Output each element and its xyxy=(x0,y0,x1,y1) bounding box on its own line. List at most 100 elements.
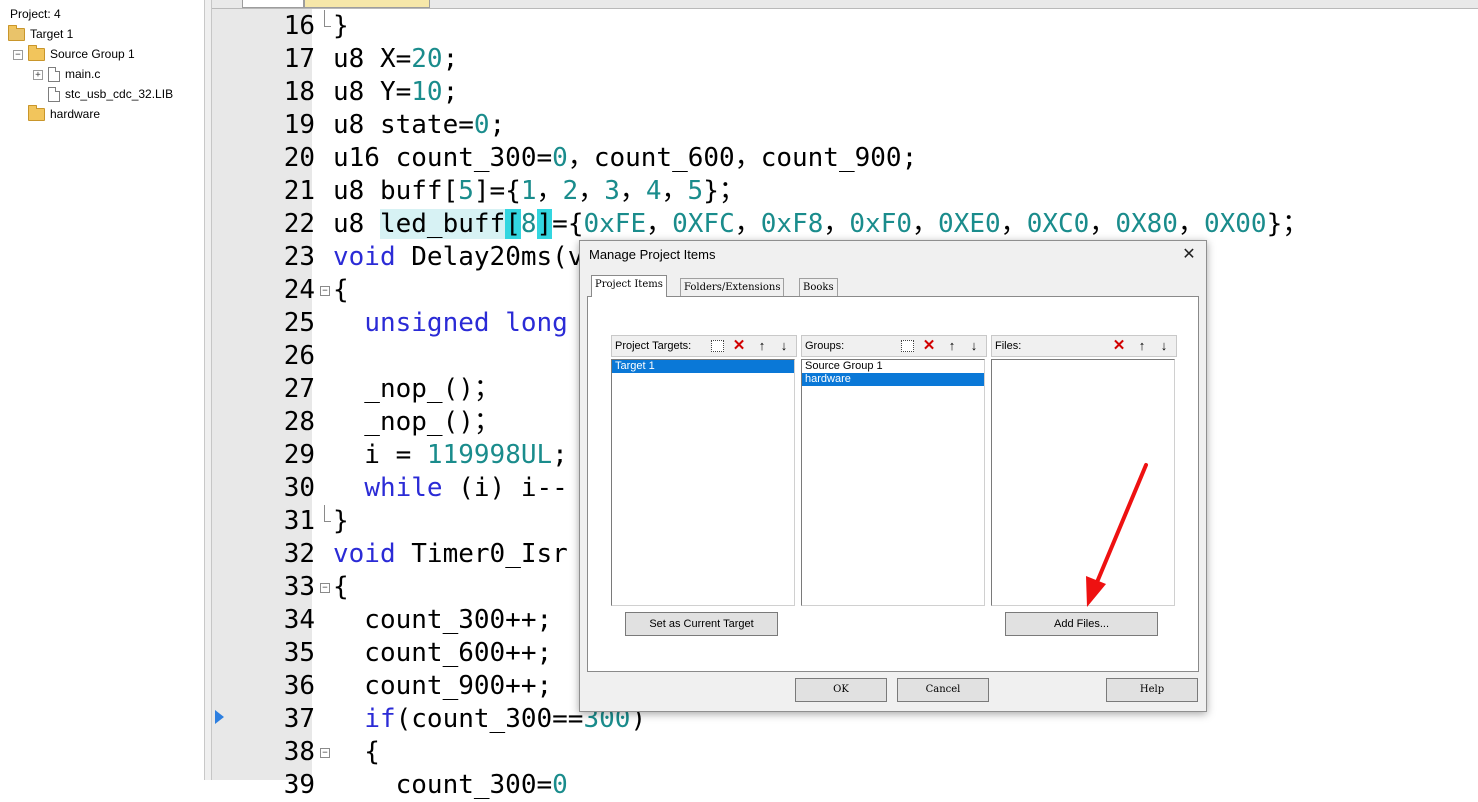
tree-item-main-c[interactable]: main.c xyxy=(48,65,100,83)
line-number: 16 xyxy=(283,11,315,41)
line-number: 24 xyxy=(283,275,315,305)
line-number: 17 xyxy=(283,44,315,74)
code-token: ; xyxy=(442,77,459,107)
code-line[interactable]: 16} xyxy=(212,10,1478,43)
code-token: 0X00 xyxy=(1203,209,1267,239)
code-text: _nop_()； xyxy=(333,373,500,406)
code-token: ， xyxy=(578,176,605,206)
tree-item-hardware[interactable]: hardware xyxy=(28,105,100,123)
tree-item-target[interactable]: Target 1 xyxy=(8,25,73,43)
code-line[interactable]: 17 u8 X=20; xyxy=(212,43,1478,76)
code-token: u8 X= xyxy=(333,44,412,74)
cancel-button[interactable]: Cancel xyxy=(897,678,989,702)
line-number: 22 xyxy=(283,209,315,239)
move-up-icon[interactable]: ↑ xyxy=(1133,337,1151,355)
code-token: count_300++; xyxy=(333,605,553,635)
code-token: ，count_600，count_900; xyxy=(567,143,918,173)
code-text: } xyxy=(333,505,349,538)
collapse-icon[interactable]: − xyxy=(13,50,23,60)
code-text: count_300++; xyxy=(333,604,552,637)
groups-header: Groups: ✕ ↑ ↓ xyxy=(801,335,987,357)
code-token: void xyxy=(333,539,396,569)
move-down-icon[interactable]: ↓ xyxy=(965,337,983,355)
fold-collapse-icon[interactable]: − xyxy=(320,748,330,758)
move-down-icon[interactable]: ↓ xyxy=(1155,337,1173,355)
groups-header-label: Groups: xyxy=(805,340,845,352)
code-token: void xyxy=(333,242,396,272)
code-line[interactable]: 20 u16 count_300=0，count_600，count_900; xyxy=(212,142,1478,175)
delete-target-icon[interactable]: ✕ xyxy=(730,337,748,355)
set-current-target-button[interactable]: Set as Current Target xyxy=(625,612,778,636)
tree-item-source-group[interactable]: Source Group 1 xyxy=(28,45,135,63)
code-token: count_900++; xyxy=(333,671,553,701)
arrow-shaft xyxy=(1093,463,1148,589)
code-line[interactable]: 39 count_300=0 xyxy=(212,769,1478,802)
file-tab[interactable] xyxy=(242,0,304,8)
code-token: 4 xyxy=(645,176,662,206)
tab-folders-extensions[interactable]: Folders/Extensions xyxy=(680,278,785,296)
close-icon[interactable]: ✕ xyxy=(1178,244,1200,266)
help-button[interactable]: Help xyxy=(1106,678,1198,702)
code-token: ， xyxy=(661,176,688,206)
group-list-item[interactable]: hardware xyxy=(802,373,984,386)
new-group-icon[interactable] xyxy=(898,337,916,355)
new-target-icon[interactable] xyxy=(708,337,726,355)
move-up-icon[interactable]: ↑ xyxy=(943,337,961,355)
code-line[interactable]: 38− { xyxy=(212,736,1478,769)
code-token: 119998UL xyxy=(426,440,553,470)
line-number: 21 xyxy=(283,176,315,206)
expand-icon[interactable]: + xyxy=(33,70,43,80)
tab-books[interactable]: Books xyxy=(799,278,838,296)
move-down-icon[interactable]: ↓ xyxy=(775,337,793,355)
groups-list[interactable]: Source Group 1 hardware xyxy=(801,359,985,606)
tree-item-label: stc_usb_cdc_32.LIB xyxy=(65,87,174,101)
code-token: unsigned long xyxy=(364,308,568,338)
targets-list[interactable]: Target 1 xyxy=(611,359,795,606)
code-line[interactable]: 19 u8 state=0; xyxy=(212,109,1478,142)
group-list-item[interactable]: Source Group 1 xyxy=(802,360,984,373)
folder-icon xyxy=(28,45,45,62)
line-number: 39 xyxy=(283,770,315,800)
code-token: ， xyxy=(619,176,646,206)
code-token: }； xyxy=(703,176,745,206)
code-token: led_buff xyxy=(379,209,506,239)
line-number: 38 xyxy=(283,737,315,767)
code-token: (count_300== xyxy=(395,704,584,734)
delete-file-icon[interactable]: ✕ xyxy=(1110,337,1128,355)
file-tab[interactable] xyxy=(304,0,430,8)
code-token: _nop_()； xyxy=(333,407,500,437)
code-text: u16 count_300=0，count_600，count_900; xyxy=(333,142,917,175)
project-root[interactable]: Project: 4 xyxy=(10,5,61,23)
fold-collapse-icon[interactable]: − xyxy=(320,583,330,593)
line-number: 20 xyxy=(283,143,315,173)
code-line[interactable]: 21 u8 buff[5]={1，2，3，4，5}； xyxy=(212,175,1478,208)
code-token: { xyxy=(333,737,380,767)
pane-splitter[interactable] xyxy=(205,0,212,780)
target-list-item[interactable]: Target 1 xyxy=(612,360,794,373)
line-number: 33 xyxy=(283,572,315,602)
code-token: ; xyxy=(442,44,459,74)
code-token: Delay20ms(v xyxy=(395,242,584,272)
tab-project-items[interactable]: Project Items xyxy=(591,275,667,297)
line-number: 37 xyxy=(283,704,315,734)
move-up-icon[interactable]: ↑ xyxy=(753,337,771,355)
code-token: } xyxy=(333,506,349,536)
ok-button[interactable]: OK xyxy=(795,678,887,702)
code-text: i = 119998UL; xyxy=(333,439,568,472)
code-token: 1 xyxy=(520,176,537,206)
add-files-button[interactable]: Add Files... xyxy=(1005,612,1158,636)
code-token: }； xyxy=(1266,209,1309,239)
code-token: ={ xyxy=(552,209,584,239)
line-number: 29 xyxy=(283,440,315,470)
fold-collapse-icon[interactable]: − xyxy=(320,286,330,296)
project-pane: Project: 4 Target 1 − Source Group 1 + m… xyxy=(0,0,205,780)
tree-item-lib[interactable]: stc_usb_cdc_32.LIB xyxy=(48,85,173,103)
code-token: 5 xyxy=(687,176,704,206)
code-line[interactable]: 18 u8 Y=10; xyxy=(212,76,1478,109)
code-line[interactable]: 22 u8 led_buff[8]={0xFE，0XFC，0xF8，0xF0，0X… xyxy=(212,208,1478,241)
code-token: 10 xyxy=(411,77,443,107)
code-token: 5 xyxy=(458,176,474,206)
delete-group-icon[interactable]: ✕ xyxy=(920,337,938,355)
